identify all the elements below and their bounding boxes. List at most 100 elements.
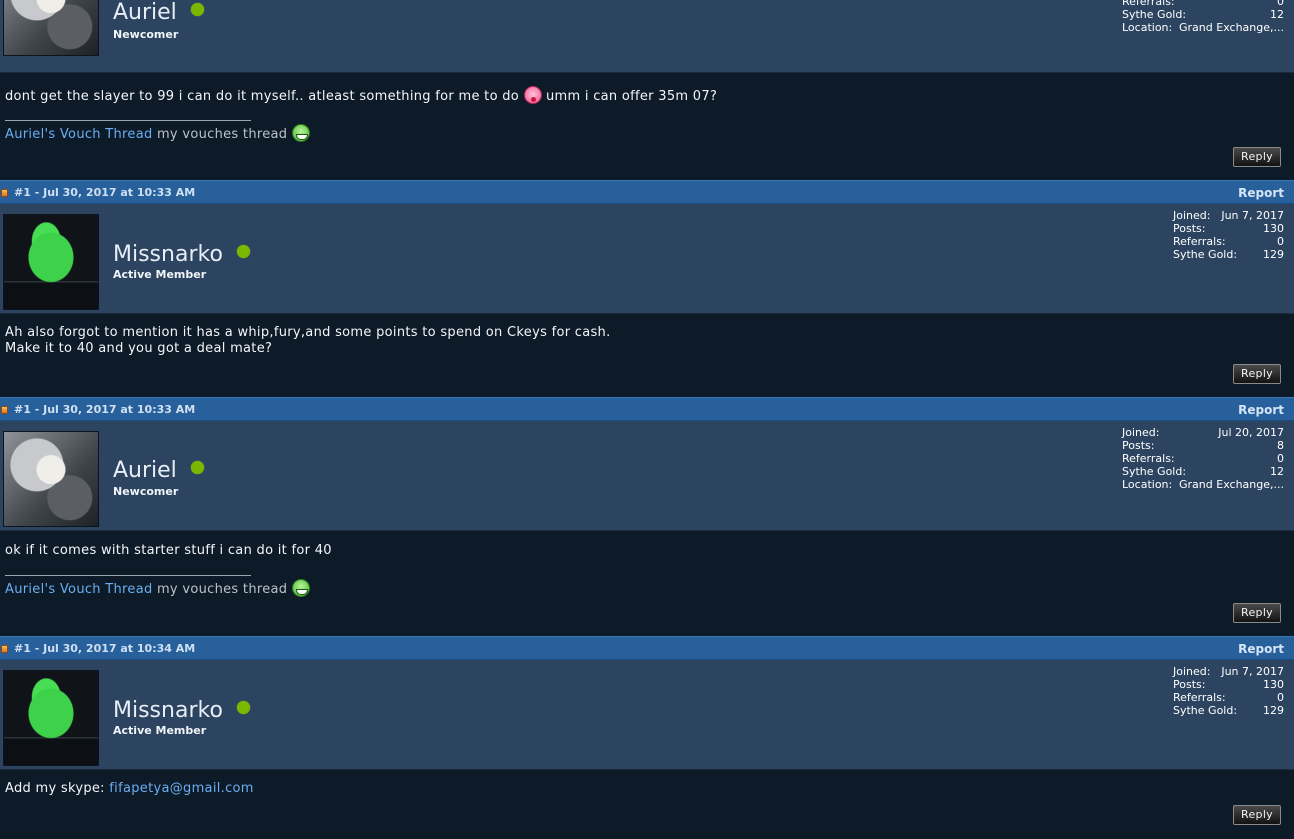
vouch-thread-link[interactable]: Auriel's Vouch Thread <box>5 127 153 142</box>
stat-label: Referrals: <box>1173 691 1226 704</box>
avatar[interactable] <box>3 214 99 310</box>
username-link[interactable]: Auriel <box>113 0 177 25</box>
user-bar: Missnarko Active Member Joined: Jun 7, 20… <box>0 204 1294 314</box>
stat-value: 0 <box>1277 235 1284 248</box>
stat-label: Referrals: <box>1122 452 1175 465</box>
tongue-smiley-icon <box>523 86 542 104</box>
online-dot-icon <box>236 245 250 258</box>
reply-button[interactable]: Reply <box>1233 364 1281 384</box>
stat-value: 130 <box>1263 222 1284 235</box>
signature: Auriel's Vouch Thread my vouches thread <box>5 579 310 597</box>
post-permalink[interactable]: #1 - Jul 30, 2017 at 10:34 AM <box>14 642 195 655</box>
signature-text: my vouches thread <box>156 582 288 597</box>
reply-button[interactable]: Reply <box>1233 603 1281 623</box>
post-flag-icon <box>1 406 8 414</box>
stat-value: 0 <box>1277 691 1284 704</box>
stat-label: Sythe Gold: <box>1173 248 1238 261</box>
stat-row: Referrals: 0 <box>1173 691 1284 704</box>
stat-value: Jul 20, 2017 <box>1218 426 1284 439</box>
stat-value: 130 <box>1263 678 1284 691</box>
vouch-thread-link[interactable]: Auriel's Vouch Thread <box>5 582 153 597</box>
stat-value: Jun 7, 2017 <box>1221 209 1284 222</box>
post-header: #1 - Jul 30, 2017 at 10:33 AM Report <box>0 180 1294 204</box>
stat-label: Location: <box>1122 478 1173 491</box>
post-flag-icon <box>1 645 8 653</box>
stat-row: Joined: Jul 20, 2017 <box>1122 426 1284 439</box>
grin-smiley-icon <box>291 579 310 597</box>
post-permalink[interactable]: #1 - Jul 30, 2017 at 10:33 AM <box>14 403 195 416</box>
reply-button[interactable]: Reply <box>1233 805 1281 825</box>
stat-row: Sythe Gold: 129 <box>1173 704 1284 717</box>
user-stats: Joined: Jul 20, 2017 Posts: 8 Referrals: 0 … <box>1122 426 1284 491</box>
username[interactable]: Missnarko <box>113 698 250 723</box>
stat-label: Referrals: <box>1173 235 1226 248</box>
stat-row: Sythe Gold: 129 <box>1173 248 1284 261</box>
user-stats: Joined: Jun 7, 2017 Posts: 130 Referrals: 0… <box>1173 665 1284 717</box>
stat-row: Sythe Gold: 12 <box>1122 465 1284 478</box>
grin-smiley-icon <box>291 124 310 142</box>
signature: Auriel's Vouch Thread my vouches thread <box>5 124 310 142</box>
stat-label: Joined: <box>1122 426 1160 439</box>
message-line: Ah also forgot to mention it has a whip,… <box>5 325 611 340</box>
user-rank: Newcomer <box>113 28 179 41</box>
user-bar: Auriel Newcomer Referrals: 0 Sythe Gold: 1… <box>0 0 1294 73</box>
stat-value: 0 <box>1277 0 1284 8</box>
report-link[interactable]: Report <box>1238 186 1284 200</box>
signature-text: my vouches thread <box>156 127 288 142</box>
stat-row: Posts: 8 <box>1122 439 1284 452</box>
report-link[interactable]: Report <box>1238 403 1284 417</box>
message-body: Add my skype: fifapetya@gmail.com Reply <box>0 770 1294 839</box>
user-bar: Missnarko Active Member Joined: Jun 7, 20… <box>0 660 1294 770</box>
message-text: umm i can offer 35m 07? <box>545 89 718 104</box>
stat-row: Referrals: 0 <box>1122 452 1284 465</box>
stat-label: Referrals: <box>1122 0 1175 8</box>
message-body: ok if it comes with starter stuff i can … <box>0 531 1294 636</box>
username[interactable]: Missnarko <box>113 242 250 267</box>
stat-value: 8 <box>1277 439 1284 452</box>
post-permalink[interactable]: #1 - Jul 30, 2017 at 10:33 AM <box>14 186 195 199</box>
avatar[interactable] <box>3 0 99 56</box>
reply-button[interactable]: Reply <box>1233 147 1281 167</box>
stat-row: Location: Grand Exchange,... <box>1122 21 1284 34</box>
message-text: Add my skype: <box>5 781 105 796</box>
username[interactable]: Auriel <box>113 0 204 25</box>
message-line: Make it to 40 and you got a deal mate? <box>5 341 273 356</box>
message-line: ok if it comes with starter stuff i can … <box>5 543 332 558</box>
message-line: dont get the slayer to 99 i can do it my… <box>5 86 717 104</box>
username-link[interactable]: Missnarko <box>113 242 223 267</box>
stat-row: Joined: Jun 7, 2017 <box>1173 209 1284 222</box>
message-text: dont get the slayer to 99 i can do it my… <box>5 89 520 104</box>
stat-value: 129 <box>1263 704 1284 717</box>
online-dot-icon <box>190 461 204 474</box>
signature-divider <box>5 575 251 576</box>
online-dot-icon <box>190 3 204 16</box>
message-body: Ah also forgot to mention it has a whip,… <box>0 314 1294 397</box>
report-link[interactable]: Report <box>1238 642 1284 656</box>
username[interactable]: Auriel <box>113 458 204 483</box>
stat-value: 0 <box>1277 452 1284 465</box>
stat-label: Sythe Gold: <box>1122 465 1187 478</box>
stat-row: Location: Grand Exchange,... <box>1122 478 1284 491</box>
stat-value: 12 <box>1270 8 1284 21</box>
avatar[interactable] <box>3 670 99 766</box>
post-header: #1 - Jul 30, 2017 at 10:34 AM Report <box>0 636 1294 660</box>
stat-label: Joined: <box>1173 209 1211 222</box>
stat-label: Location: <box>1122 21 1173 34</box>
stat-row: Sythe Gold: 12 <box>1122 8 1284 21</box>
email-link[interactable]: fifapetya@gmail.com <box>109 781 253 796</box>
stat-row: Referrals: 0 <box>1122 0 1284 8</box>
stat-row: Posts: 130 <box>1173 678 1284 691</box>
stat-value: Grand Exchange,... <box>1179 21 1284 34</box>
username-link[interactable]: Missnarko <box>113 698 223 723</box>
stat-label: Posts: <box>1173 678 1206 691</box>
username-link[interactable]: Auriel <box>113 458 177 483</box>
stat-value: Jun 7, 2017 <box>1221 665 1284 678</box>
stat-value: 129 <box>1263 248 1284 261</box>
user-rank: Active Member <box>113 268 207 281</box>
stat-label: Posts: <box>1173 222 1206 235</box>
online-dot-icon <box>236 701 250 714</box>
signature-divider <box>5 120 251 121</box>
stat-row: Joined: Jun 7, 2017 <box>1173 665 1284 678</box>
avatar[interactable] <box>3 431 99 527</box>
stat-value: Grand Exchange,... <box>1179 478 1284 491</box>
